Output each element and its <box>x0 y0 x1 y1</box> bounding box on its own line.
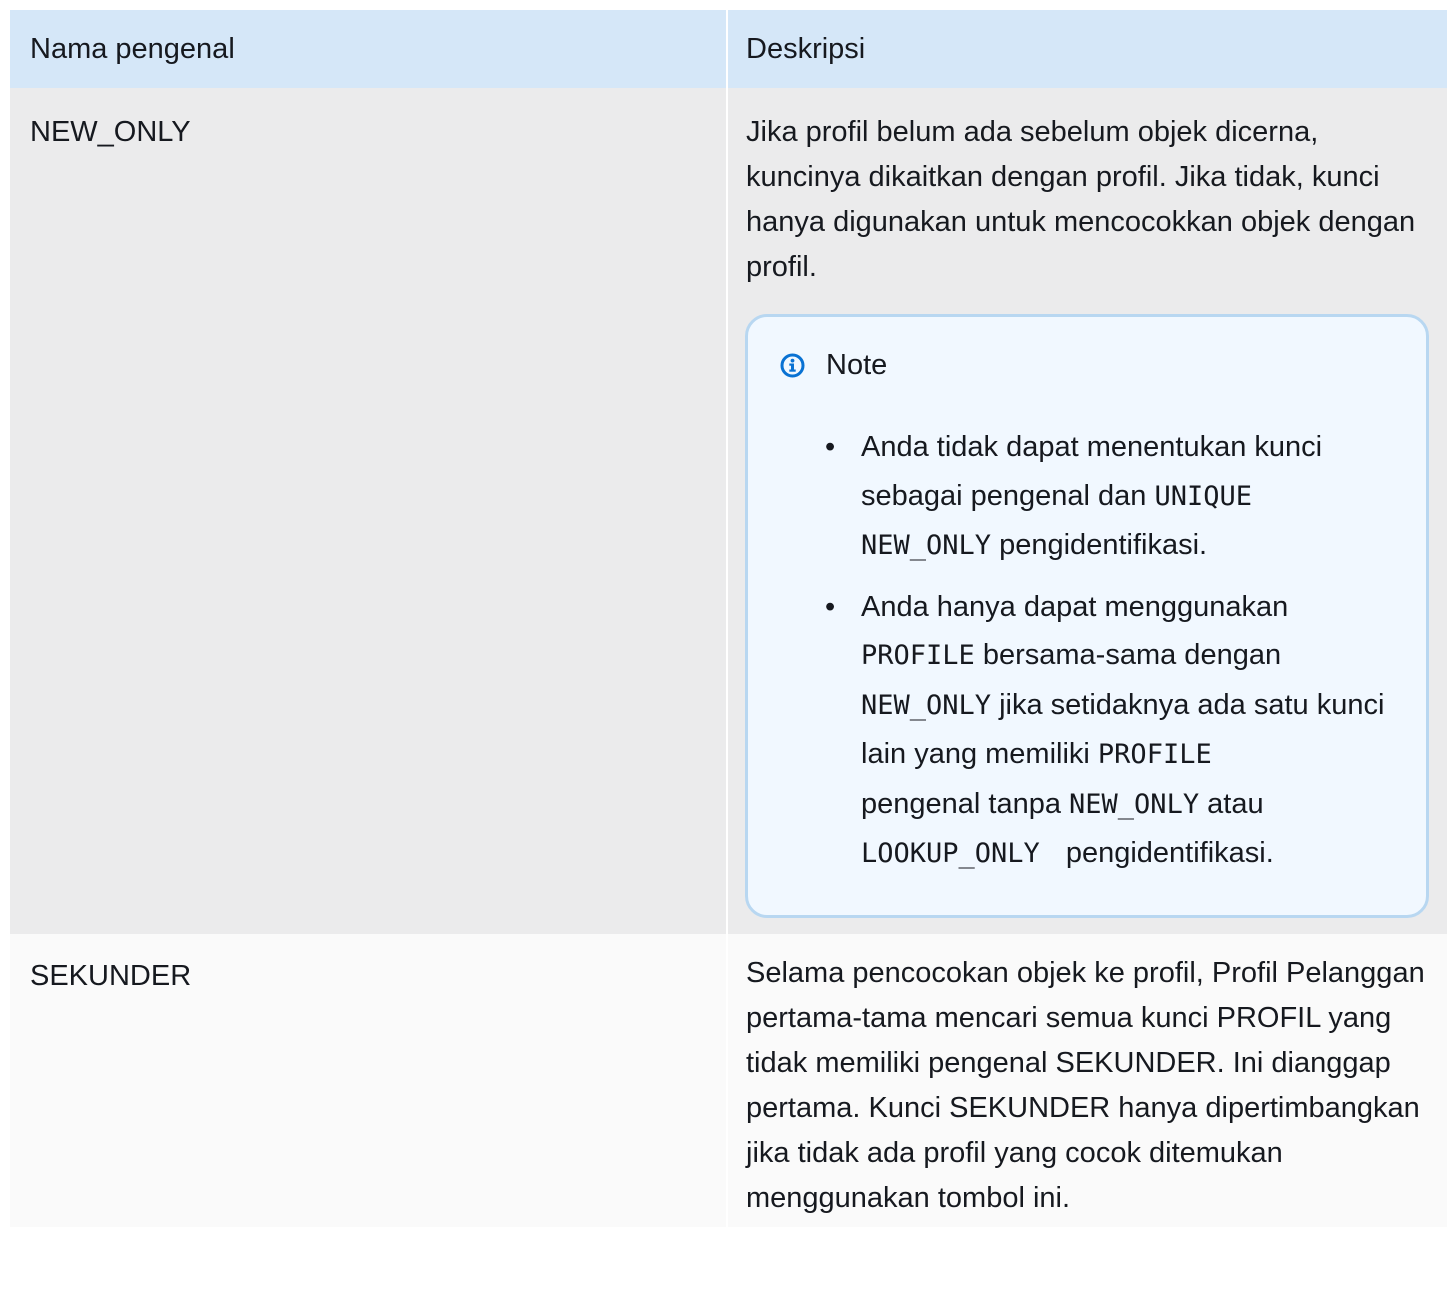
bullet-icon: • <box>825 431 836 463</box>
note-text: pengidentifikasi. <box>991 529 1208 561</box>
code-profile: PROFILE <box>861 640 975 671</box>
code-new-only: NEW_ONLY <box>1069 788 1200 820</box>
note-header: Note <box>780 351 1406 380</box>
table-row: SEKUNDER Selama pencocokan objek ke prof… <box>10 933 1447 1227</box>
identifier-name-cell: SEKUNDER <box>10 933 727 1227</box>
note-title: Note <box>826 349 888 381</box>
identifier-table: Nama pengenal Deskripsi NEW_ONLY Jika pr… <box>10 10 1447 1227</box>
note-list: • Anda tidak dapat menentukan kunci sebag… <box>825 423 1406 879</box>
header-identifier-name: Nama pengenal <box>10 10 727 88</box>
note-text: atau <box>1199 787 1264 820</box>
header-description: Deskripsi <box>726 10 1447 88</box>
note-text: pengenal tanpa <box>861 787 1070 820</box>
table-header-row: Nama pengenal Deskripsi <box>10 10 1447 88</box>
description-text: Jika profil belum ada sebelum objek dice… <box>746 116 1416 283</box>
table-row: NEW_ONLY Jika profil belum ada sebelum o… <box>10 88 1447 934</box>
description-cell: Jika profil belum ada sebelum objek dice… <box>726 88 1447 934</box>
code-profile: PROFILE <box>1097 739 1212 770</box>
note-text: Anda hanya dapat menggunakan <box>861 590 1289 623</box>
note-item: • Anda hanya dapat menggunakan PROFILE be… <box>825 583 1406 879</box>
note-callout: Note • Anda tidak dapat menentukan kunci … <box>745 314 1429 918</box>
note-text: pengidentifikasi. <box>1065 837 1274 869</box>
info-icon <box>780 353 805 378</box>
bullet-icon: • <box>825 590 836 623</box>
note-item: • Anda tidak dapat menentukan kunci sebag… <box>825 423 1406 571</box>
note-text: Anda tidak dapat menentukan kunci sebaga… <box>861 431 1323 512</box>
code-new-only: NEW_ONLY <box>861 530 992 561</box>
description-cell: Selama pencocokan objek ke profil, Profi… <box>726 933 1447 1227</box>
code-unique: UNIQUE <box>1154 480 1253 512</box>
identifier-name-cell: NEW_ONLY <box>10 88 727 934</box>
description-text: Selama pencocokan objek ke profil, Profi… <box>746 956 1425 1214</box>
code-new-only: NEW_ONLY <box>861 689 992 721</box>
note-text: bersama-sama dengan <box>974 639 1282 671</box>
code-lookup-only: LOOKUP_ONLY <box>861 838 1040 869</box>
